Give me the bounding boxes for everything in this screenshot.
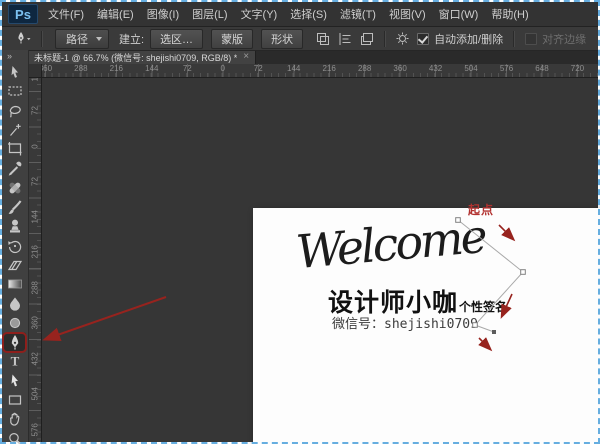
rectangular-marquee-tool[interactable] <box>8 86 22 96</box>
tools-panel: » T <box>2 50 29 444</box>
ruler-label: 288 <box>30 280 40 295</box>
ruler-label: 432 <box>30 351 40 366</box>
ruler-label: 360 <box>393 64 407 73</box>
menu-items: 文件(F) 编辑(E) 图像(I) 图层(L) 文字(Y) 选择(S) 滤镜(T) 视图(V)… <box>48 6 542 22</box>
document-tab[interactable]: 未标题-1 @ 66.7% (微信号: shejishi0709, RGB/8)… <box>28 50 257 64</box>
menu-help[interactable]: 帮助(H) <box>491 6 528 22</box>
ruler-label: 360 <box>30 316 40 330</box>
ruler-label: 504 <box>30 387 40 401</box>
path-arrangement-icon[interactable] <box>359 31 375 47</box>
ruler-label: 576 <box>499 64 514 73</box>
tab-bar: 未标题-1 @ 66.7% (微信号: shejishi0709, RGB/8)… <box>28 50 598 64</box>
spot-healing-brush-tool[interactable] <box>8 181 21 194</box>
ruler-label: 144 <box>145 64 159 73</box>
ruler-label: 72 <box>253 64 263 73</box>
ruler-label: 72 <box>182 64 192 73</box>
quick-selection-tool[interactable] <box>10 124 21 136</box>
menu-filter[interactable]: 滤镜(T) <box>340 6 376 22</box>
canvas-wechat-text: 微信号：shejishi0709 <box>332 317 478 332</box>
make-label: 建立: <box>119 33 145 46</box>
ruler-label: 648 <box>535 64 549 73</box>
photoshop-window: Ps 文件(F) 编辑(E) 图像(I) 图层(L) 文字(Y) 选择(S) 滤镜(T) 视图… <box>0 0 600 444</box>
clone-stamp-tool[interactable] <box>10 219 20 233</box>
tool-mode-select[interactable]: 路径 <box>55 28 109 49</box>
ruler-label: 216 <box>30 245 40 259</box>
auto-add-delete-label: 自动添加/删除 <box>434 33 504 46</box>
checkbox-disabled-icon <box>525 32 538 45</box>
hand-tool[interactable] <box>10 412 20 426</box>
history-brush-tool[interactable] <box>8 240 22 254</box>
ruler-label: 0 <box>30 144 40 149</box>
horizontal-type-tool[interactable]: T <box>11 354 20 369</box>
start-point-label: 起点 <box>468 203 495 217</box>
pen-tool[interactable] <box>4 332 26 352</box>
path-selection-tool[interactable] <box>11 374 19 387</box>
options-bar: 路径 建立: 选区… 蒙版 形状 自动添加/删除 对齐边缘 <box>2 27 598 51</box>
ruler-label: 216 <box>322 64 336 73</box>
tool-mode-value: 路径 <box>66 33 88 46</box>
ruler-label: 576 <box>30 422 40 436</box>
chevron-down-icon <box>96 36 102 41</box>
auto-add-delete-checkbox[interactable]: 自动添加/删除 <box>417 31 503 47</box>
menu-type[interactable]: 文字(Y) <box>241 6 278 22</box>
ruler-label: 72 <box>30 106 40 116</box>
make-mask-button[interactable]: 蒙版 <box>211 28 254 49</box>
separator <box>41 30 43 47</box>
gear-icon[interactable] <box>395 31 410 46</box>
separator <box>513 30 516 47</box>
align-edges-checkbox: 对齐边缘 <box>525 31 586 47</box>
ruler-label: 504 <box>464 64 478 73</box>
ruler-label: 72 <box>30 177 40 187</box>
pen-preset-icon[interactable] <box>14 31 32 47</box>
separator <box>384 30 387 47</box>
vertical-ruler: 14472072144216288360432504576 <box>28 77 42 442</box>
svg-text:T: T <box>11 354 20 369</box>
close-icon[interactable]: × <box>243 52 249 62</box>
menu-layer[interactable]: 图层(L) <box>192 6 227 22</box>
ruler-label: 720 <box>570 64 585 73</box>
menu-window[interactable]: 窗口(W) <box>439 6 479 22</box>
ruler-label: 216 <box>109 64 124 73</box>
ruler-label: 0 <box>220 64 225 73</box>
document-title: 未标题-1 @ 66.7% (微信号: shejishi0709, RGB/8)… <box>34 52 238 63</box>
make-shape-button[interactable]: 形状 <box>261 28 304 49</box>
brush-tool[interactable] <box>8 200 22 214</box>
eraser-tool[interactable] <box>7 260 23 271</box>
brand-suffix: 个性签名 <box>459 300 508 314</box>
lasso-tool[interactable] <box>9 105 21 118</box>
path-operations-icon[interactable] <box>315 31 331 47</box>
ruler-label: 432 <box>428 64 443 73</box>
gradient-tool[interactable] <box>8 279 22 289</box>
rectangle-tool[interactable] <box>8 395 22 405</box>
menu-edit[interactable]: 编辑(E) <box>97 6 134 22</box>
zoom-tool[interactable] <box>9 433 21 444</box>
eyedropper-tool[interactable] <box>8 161 22 176</box>
ruler-corner <box>28 64 42 78</box>
align-edges-label: 对齐边缘 <box>542 33 587 46</box>
menu-file[interactable]: 文件(F) <box>48 6 84 22</box>
panel-collapse-icon[interactable]: » <box>7 51 12 61</box>
horizontal-ruler: 360 288 216 144 72 0 72 144 216 288 360 432 504 576 64… <box>28 64 598 78</box>
ruler-label: 144 <box>30 209 40 224</box>
make-selection-button[interactable]: 选区… <box>150 28 204 49</box>
dodge-tool[interactable] <box>9 317 21 329</box>
menu-image[interactable]: 图像(I) <box>147 6 179 22</box>
move-tool[interactable] <box>11 66 19 78</box>
app-chrome: Ps 文件(F) 编辑(E) 图像(I) 图层(L) 文字(Y) 选择(S) 滤镜(T) 视图… <box>2 2 600 444</box>
crop-tool[interactable] <box>8 142 22 156</box>
checkbox-checked-icon <box>417 32 430 45</box>
ruler-label: 144 <box>287 64 301 73</box>
ruler-label: 288 <box>74 64 88 73</box>
menu-select[interactable]: 选择(S) <box>290 6 327 22</box>
photoshop-logo: Ps <box>8 4 38 24</box>
menu-bar: Ps 文件(F) 编辑(E) 图像(I) 图层(L) 文字(Y) 选择(S) 滤镜(T) 视图… <box>2 2 598 27</box>
path-alignment-icon[interactable] <box>337 31 353 47</box>
menu-view[interactable]: 视图(V) <box>389 6 426 22</box>
blur-tool[interactable] <box>10 297 20 311</box>
ruler-label: 288 <box>357 64 372 73</box>
